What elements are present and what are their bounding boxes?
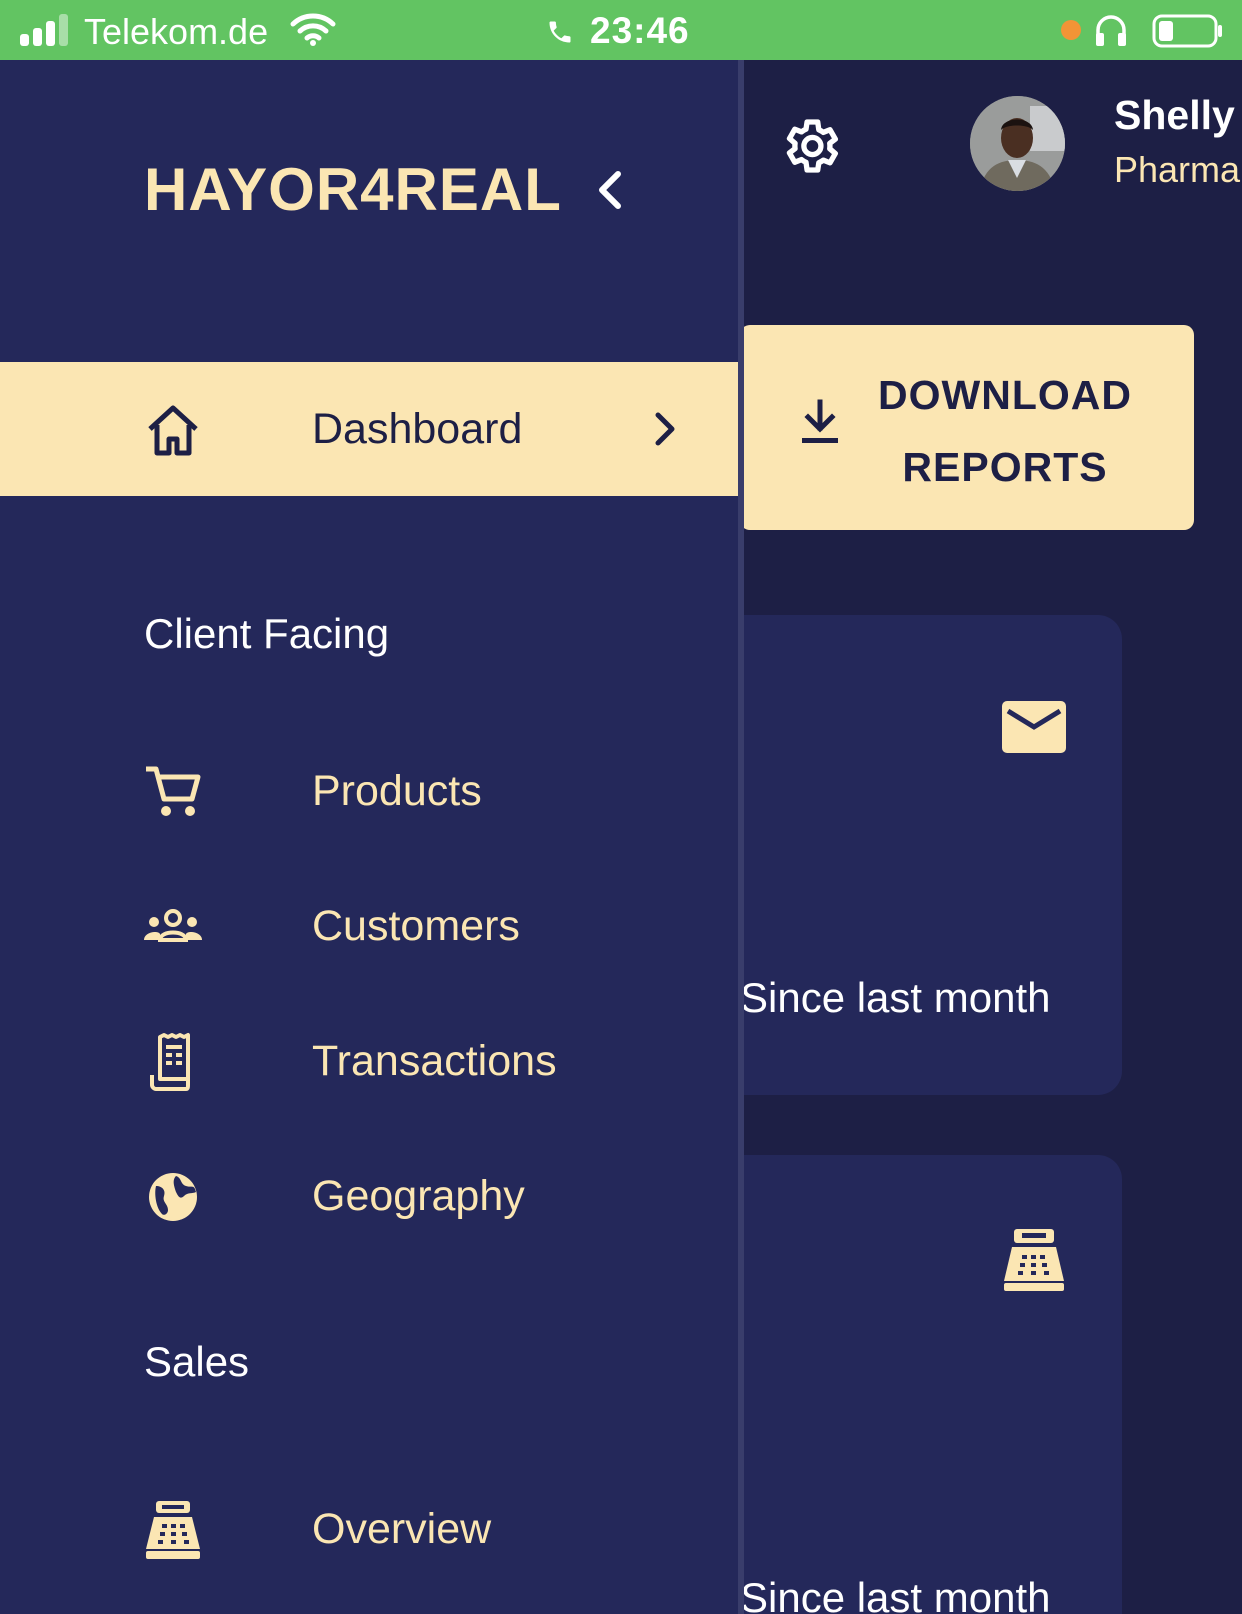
download-label-line1: DOWNLOAD xyxy=(878,372,1132,418)
stat-card-subtitle: Since last month xyxy=(740,1574,1051,1614)
sidebar-item-products[interactable]: Products xyxy=(0,724,738,858)
phone-icon xyxy=(549,21,571,43)
sidebar-item-overview[interactable]: Overview xyxy=(0,1462,738,1596)
gear-icon[interactable] xyxy=(778,114,842,178)
sidebar-item-label: Dashboard xyxy=(312,405,523,453)
user-role: Pharma xyxy=(1114,149,1241,190)
chevron-left-icon[interactable] xyxy=(590,168,630,212)
receipt-icon xyxy=(150,1033,190,1091)
point-of-sale-icon xyxy=(146,1501,200,1559)
mail-icon xyxy=(1002,701,1066,753)
sidebar-item-label: Geography xyxy=(312,1172,525,1220)
home-icon xyxy=(148,405,198,456)
sidebar-item-geography[interactable]: Geography xyxy=(0,1129,738,1263)
signal-icon xyxy=(20,14,72,46)
avatar-photo xyxy=(970,96,1065,191)
download-icon xyxy=(802,399,838,443)
headphones-icon xyxy=(1096,15,1126,46)
sidebar-item-dashboard[interactable]: Dashboard xyxy=(0,362,738,496)
battery-icon xyxy=(1152,14,1222,48)
avatar[interactable] xyxy=(970,96,1065,191)
wifi-icon xyxy=(290,13,336,46)
sidebar-item-label: Products xyxy=(312,767,482,815)
brand-title: HAYOR4REAL xyxy=(144,156,562,223)
download-reports-label: DOWNLOAD REPORTS xyxy=(855,359,1155,503)
sidebar-item-label: Transactions xyxy=(312,1037,557,1085)
stat-card-emails: Since last month xyxy=(700,615,1122,1095)
sidebar-item-customers[interactable]: Customers xyxy=(0,859,738,993)
sidebar-item-label: Customers xyxy=(312,902,520,950)
download-reports-button[interactable]: DOWNLOAD REPORTS xyxy=(740,325,1194,530)
sidebar-item-label: Overview xyxy=(312,1505,492,1553)
download-label-line2: REPORTS xyxy=(902,444,1108,490)
stat-card-sales: Since last month xyxy=(700,1155,1122,1614)
shopping-cart-icon xyxy=(146,766,201,816)
section-title-client-facing: Client Facing xyxy=(144,610,390,657)
stat-card-subtitle: Since last month xyxy=(740,974,1051,1021)
cash-register-icon xyxy=(1004,1229,1064,1291)
chevron-right-icon xyxy=(655,412,675,446)
globe-icon xyxy=(149,1173,197,1221)
status-clock: 23:46 xyxy=(590,10,690,51)
sidebar-drawer: HAYOR4REAL Dashboard Client Facing Produ… xyxy=(0,60,744,1614)
orange-dot-indicator xyxy=(1061,20,1081,40)
sidebar-item-transactions[interactable]: Transactions xyxy=(0,994,738,1128)
user-name: Shelly xyxy=(1114,92,1235,138)
groups-icon xyxy=(144,909,202,942)
section-title-sales: Sales xyxy=(144,1338,250,1385)
carrier-name: Telekom.de xyxy=(84,11,269,52)
status-bar: Telekom.de 23:46 xyxy=(0,0,1242,60)
